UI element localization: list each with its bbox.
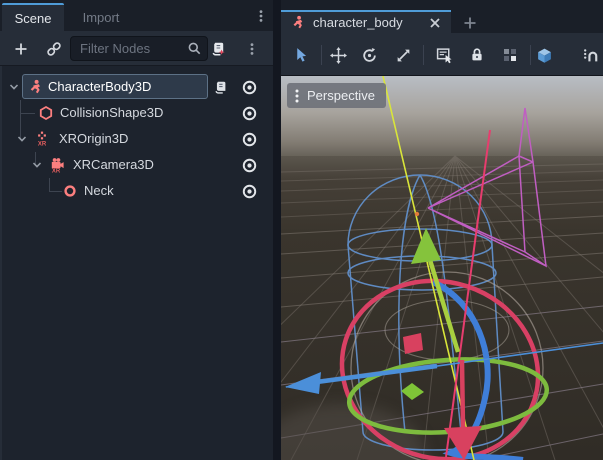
node-name: CharacterBody3D [48, 79, 151, 94]
dock-menu-button[interactable] [251, 4, 271, 28]
toolbar-separator [423, 45, 424, 65]
svg-text:XR: XR [52, 168, 61, 173]
tab-character-body[interactable]: character_body [281, 10, 451, 33]
panel-splitter[interactable] [273, 0, 281, 460]
tree-row-neck[interactable]: Neck [2, 178, 275, 204]
list-select-icon [436, 47, 453, 64]
add-node-button[interactable] [8, 36, 34, 61]
script-icon [213, 80, 228, 95]
plus-icon [463, 16, 477, 30]
snap-toggle[interactable] [578, 44, 602, 66]
tab-import[interactable]: Import [66, 3, 136, 31]
plus-icon [13, 41, 29, 57]
tree-row-xrcamera3d[interactable]: XR XRCamera3D [2, 152, 275, 178]
svg-text:XR: XR [38, 142, 47, 147]
open-script-button[interactable] [210, 78, 230, 96]
select-arrow-icon [293, 47, 310, 64]
view-mode-label: Perspective [307, 88, 375, 103]
scene-dock-toolbar [0, 31, 273, 66]
view-menu-button[interactable]: Perspective [287, 83, 386, 108]
tab-scene-label: Scene [15, 11, 52, 26]
eye-icon [241, 131, 258, 148]
character-body-3d-icon [291, 15, 306, 30]
tree-row-collisionshape3d[interactable]: CollisionShape3D [2, 100, 275, 126]
vertical-dots-icon [245, 42, 259, 56]
node-3d-ring-icon [62, 183, 78, 199]
character-body-3d-icon [28, 79, 44, 95]
magnet-icon [582, 47, 599, 64]
attach-script-button[interactable] [205, 36, 231, 61]
scene-tree-menu-button[interactable] [239, 36, 265, 61]
link-icon [46, 41, 62, 57]
lock-button[interactable] [465, 44, 489, 66]
tab-import-label: Import [83, 10, 120, 25]
scene-dock: Scene Import [0, 0, 273, 460]
visibility-toggle[interactable] [238, 130, 260, 148]
tab-scene[interactable]: Scene [2, 3, 64, 31]
new-scene-tab-button[interactable] [459, 13, 481, 33]
viewport-toolbar [281, 33, 603, 76]
visibility-toggle[interactable] [238, 156, 260, 174]
scale-tool-button[interactable] [391, 44, 415, 66]
ray-hit-point [415, 212, 419, 216]
script-star-icon [210, 41, 226, 57]
eye-icon [241, 157, 258, 174]
scale-icon [395, 47, 412, 64]
vertical-dots-icon [254, 9, 268, 23]
xr-origin-3d-icon: XR [34, 131, 50, 147]
eye-icon [241, 183, 258, 200]
eye-icon [241, 105, 258, 122]
instance-scene-button[interactable] [41, 36, 67, 61]
main-editor-panel: character_body [281, 0, 603, 460]
translate-arrow-x-shaft[interactable] [462, 360, 463, 428]
visibility-toggle[interactable] [238, 78, 260, 96]
scene-dock-tabbar: Scene Import [0, 0, 273, 31]
tree-row-characterbody3d[interactable]: CharacterBody3D [2, 74, 275, 100]
chevron-down-icon[interactable] [31, 159, 43, 171]
tab-label: character_body [313, 15, 420, 30]
lock-icon [469, 47, 485, 63]
godot-editor-window: Scene Import [0, 0, 603, 460]
filter-nodes-field [70, 36, 208, 61]
group-button[interactable] [498, 44, 522, 66]
viewport-render [281, 76, 603, 460]
chevron-down-icon[interactable] [16, 133, 28, 145]
scene-tabbar: character_body [281, 0, 603, 33]
rotate-tool-button[interactable] [357, 44, 381, 66]
rotate-icon [361, 47, 378, 64]
move-tool-button[interactable] [326, 44, 350, 66]
xr-camera-3d-icon: XR [50, 157, 66, 173]
eye-icon [241, 79, 258, 96]
list-select-tool-button[interactable] [432, 44, 456, 66]
local-space-toggle[interactable] [532, 44, 556, 66]
node-name: Neck [84, 183, 114, 198]
toolbar-separator [321, 45, 322, 65]
cube-icon [536, 47, 553, 64]
filter-nodes-input[interactable] [70, 36, 208, 61]
close-icon [429, 17, 441, 29]
scene-tree: CharacterBody3D [0, 66, 273, 460]
visibility-toggle[interactable] [238, 104, 260, 122]
chevron-down-icon[interactable] [8, 81, 20, 93]
toolbar-separator [530, 45, 531, 65]
node-name: XROrigin3D [59, 131, 128, 146]
tree-row-xrorigin3d[interactable]: XR XROrigin3D [2, 126, 275, 152]
select-tool-button[interactable] [289, 44, 313, 66]
move-icon [330, 47, 347, 64]
viewport-3d[interactable]: Perspective [281, 76, 603, 460]
group-icon [502, 47, 518, 63]
visibility-toggle[interactable] [238, 182, 260, 200]
tab-close-button[interactable] [427, 15, 443, 31]
node-name: CollisionShape3D [60, 105, 163, 120]
collision-shape-3d-icon [38, 105, 54, 121]
vertical-dots-icon [294, 88, 300, 104]
node-name: XRCamera3D [73, 157, 154, 172]
